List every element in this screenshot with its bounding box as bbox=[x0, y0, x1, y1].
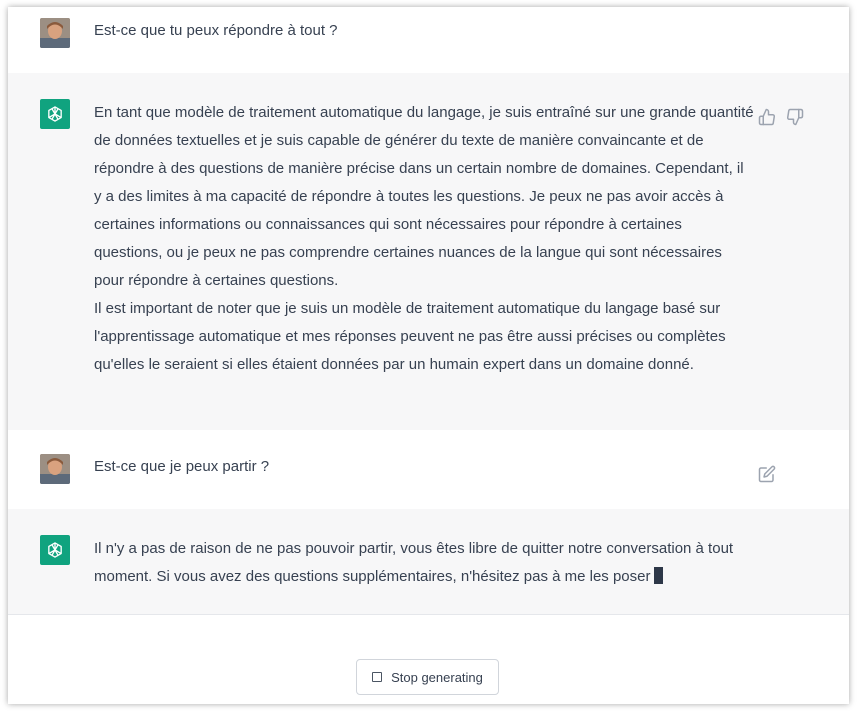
edit-icon[interactable] bbox=[758, 465, 776, 483]
stop-generating-label: Stop generating bbox=[391, 669, 483, 685]
message-paragraph: En tant que modèle de traitement automat… bbox=[94, 104, 754, 289]
message-paragraph: Il n'y a pas de raison de ne pas pouvoir… bbox=[94, 535, 754, 591]
openai-logo-icon bbox=[40, 99, 70, 129]
message-paragraph: Il est important de noter que je suis un… bbox=[94, 300, 726, 373]
assistant-message-row: Il n'y a pas de raison de ne pas pouvoir… bbox=[8, 509, 849, 615]
openai-logo-icon bbox=[40, 535, 70, 565]
assistant-message-text: Il n'y a pas de raison de ne pas pouvoir… bbox=[94, 535, 754, 591]
assistant-message-row: En tant que modèle de traitement automat… bbox=[8, 73, 849, 431]
thumbs-up-icon[interactable] bbox=[758, 108, 776, 126]
thumbs-down-icon[interactable] bbox=[786, 108, 804, 126]
stop-generating-button[interactable]: Stop generating bbox=[356, 659, 499, 695]
user-message-text: Est-ce que tu peux répondre à tout ? bbox=[94, 17, 754, 45]
typing-cursor bbox=[653, 567, 663, 584]
chat-window: Est-ce que tu peux répondre à tout ? En … bbox=[8, 7, 849, 704]
user-avatar bbox=[40, 18, 70, 48]
user-message-row: Est-ce que tu peux répondre à tout ? bbox=[8, 7, 849, 74]
message-text: Est-ce que tu peux répondre à tout ? bbox=[94, 22, 338, 39]
user-avatar bbox=[40, 454, 70, 484]
message-text: Est-ce que je peux partir ? bbox=[94, 458, 270, 475]
message-text: Il n'y a pas de raison de ne pas pouvoir… bbox=[94, 540, 734, 585]
user-message-row: Est-ce que je peux partir ? bbox=[8, 430, 849, 510]
stop-square-icon bbox=[372, 672, 383, 682]
user-message-text: Est-ce que je peux partir ? bbox=[94, 453, 754, 481]
assistant-message-text: En tant que modèle de traitement automat… bbox=[94, 99, 754, 379]
